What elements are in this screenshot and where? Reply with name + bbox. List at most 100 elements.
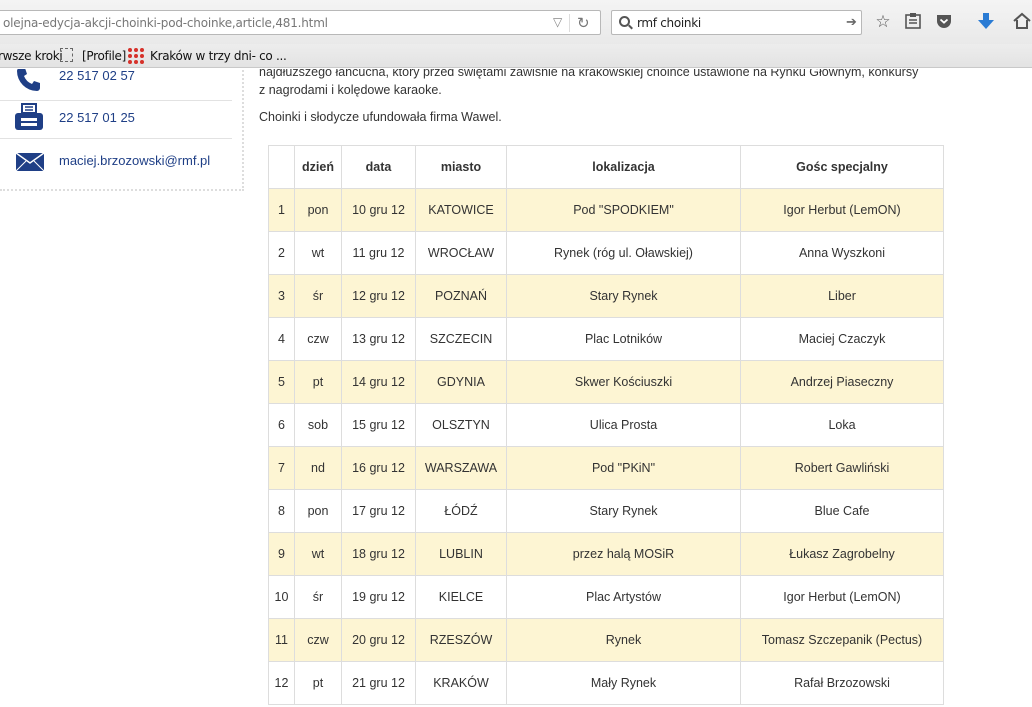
cell-guest: Rafał Brzozowski bbox=[740, 661, 944, 705]
header-location: lokalizacja bbox=[506, 145, 741, 189]
address-bar-url[interactable]: olejna-edycja-akcji-choinki-pod-choinke,… bbox=[3, 16, 328, 30]
contact-fax-row: 22 517 01 25 bbox=[0, 96, 232, 139]
table-row: 10 śr 19 gru 12 KIELCE Plac Artystów Igor Her… bbox=[268, 575, 944, 619]
star-icon[interactable]: ☆ bbox=[873, 12, 893, 32]
cell-location: Stary Rynek bbox=[506, 274, 741, 318]
table-body: 1 pon 10 gru 12 KATOWICE Pod "SPODKIEM" Igor … bbox=[268, 188, 944, 705]
events-table: dzień data miasto lokalizacja Gośc specj… bbox=[268, 145, 944, 705]
page-content: 22 517 02 57 22 517 01 25 maciej.brzozow… bbox=[0, 69, 1032, 707]
cell-day: pt bbox=[294, 661, 342, 705]
cell-date: 18 gru 12 bbox=[341, 532, 416, 576]
cell-date: 11 gru 12 bbox=[341, 231, 416, 275]
cell-location: Stary Rynek bbox=[506, 489, 741, 533]
cell-number: 7 bbox=[268, 446, 295, 490]
bookmark-pierwsze-kroki[interactable]: rwsze kroki bbox=[0, 49, 63, 63]
cell-location: Plac Artystów bbox=[506, 575, 741, 619]
cell-guest: Robert Gawliński bbox=[740, 446, 944, 490]
cell-guest: Igor Herbut (LemON) bbox=[740, 188, 944, 232]
envelope-icon bbox=[16, 153, 44, 171]
cell-city: ŁÓDŹ bbox=[415, 489, 507, 533]
cell-city: WARSZAWA bbox=[415, 446, 507, 490]
table-row: 9 wt 18 gru 12 LUBLIN przez halą MOSiR Łukasz… bbox=[268, 532, 944, 576]
bookmark-krakow[interactable]: Kraków w trzy dni- co ... bbox=[150, 49, 287, 63]
cell-location: Pod "SPODKIEM" bbox=[506, 188, 741, 232]
cell-date: 20 gru 12 bbox=[341, 618, 416, 662]
cell-location: Pod "PKiN" bbox=[506, 446, 741, 490]
cell-guest: Liber bbox=[740, 274, 944, 318]
cell-guest: Tomasz Szczepanik (Pectus) bbox=[740, 618, 944, 662]
chevron-down-icon[interactable]: ▽ bbox=[553, 15, 562, 29]
cell-day: śr bbox=[294, 274, 342, 318]
cell-date: 17 gru 12 bbox=[341, 489, 416, 533]
cell-day: pon bbox=[294, 188, 342, 232]
address-bar[interactable]: olejna-edycja-akcji-choinki-pod-choinke,… bbox=[0, 10, 601, 35]
article-paragraph: najdłuższego łańcucha, który przed święt… bbox=[259, 69, 959, 99]
table-row: 6 sob 15 gru 12 OLSZTYN Ulica Prosta Loka bbox=[268, 403, 944, 447]
article-body: najdłuższego łańcucha, który przed święt… bbox=[259, 69, 959, 126]
table-row: 3 śr 12 gru 12 POZNAŃ Stary Rynek Liber bbox=[268, 274, 944, 318]
contact-box: 22 517 02 57 22 517 01 25 maciej.brzozow… bbox=[0, 69, 244, 191]
bookmark-profile[interactable]: [Profile] bbox=[82, 49, 126, 63]
cell-city: OLSZTYN bbox=[415, 403, 507, 447]
table-row: 11 czw 20 gru 12 RZESZÓW Rynek Tomasz Szczepa… bbox=[268, 618, 944, 662]
cell-location: Skwer Kościuszki bbox=[506, 360, 741, 404]
cell-date: 21 gru 12 bbox=[341, 661, 416, 705]
cell-city: KRAKÓW bbox=[415, 661, 507, 705]
cell-day: wt bbox=[294, 532, 342, 576]
cell-day: czw bbox=[294, 618, 342, 662]
cell-date: 13 gru 12 bbox=[341, 317, 416, 361]
table-row: 5 pt 14 gru 12 GDYNIA Skwer Kościuszki Andrze… bbox=[268, 360, 944, 404]
cell-date: 15 gru 12 bbox=[341, 403, 416, 447]
cell-city: WROCŁAW bbox=[415, 231, 507, 275]
home-icon[interactable] bbox=[1012, 12, 1032, 32]
contact-phone[interactable]: 22 517 02 57 bbox=[59, 69, 135, 83]
cell-date: 10 gru 12 bbox=[341, 188, 416, 232]
fax-icon bbox=[15, 103, 43, 130]
reading-list-icon[interactable] bbox=[903, 12, 923, 32]
cell-city: KATOWICE bbox=[415, 188, 507, 232]
cell-guest: Anna Wyszkoni bbox=[740, 231, 944, 275]
cell-number: 10 bbox=[268, 575, 295, 619]
search-input[interactable]: rmf choinki bbox=[637, 16, 701, 30]
bookmark-favicon-icon bbox=[128, 48, 144, 64]
cell-number: 12 bbox=[268, 661, 295, 705]
cell-city: POZNAŃ bbox=[415, 274, 507, 318]
contact-fax[interactable]: 22 517 01 25 bbox=[59, 110, 135, 125]
cell-number: 4 bbox=[268, 317, 295, 361]
table-row: 8 pon 17 gru 12 ŁÓDŹ Stary Rynek Blue Cafe bbox=[268, 489, 944, 533]
header-number bbox=[268, 145, 295, 189]
cell-day: pt bbox=[294, 360, 342, 404]
search-bar[interactable]: rmf choinki ➔ bbox=[611, 10, 862, 35]
cell-location: Rynek bbox=[506, 618, 741, 662]
cell-location: Rynek (róg ul. Oławskiej) bbox=[506, 231, 741, 275]
reload-icon[interactable]: ↻ bbox=[577, 14, 590, 32]
cell-day: śr bbox=[294, 575, 342, 619]
header-date: data bbox=[341, 145, 416, 189]
phone-icon bbox=[17, 69, 40, 91]
cell-date: 14 gru 12 bbox=[341, 360, 416, 404]
contact-email[interactable]: maciej.brzozowski@rmf.pl bbox=[59, 153, 210, 168]
contact-email-row: maciej.brzozowski@rmf.pl bbox=[0, 139, 232, 182]
search-icon bbox=[619, 16, 630, 27]
cell-city: KIELCE bbox=[415, 575, 507, 619]
cell-city: LUBLIN bbox=[415, 532, 507, 576]
pocket-icon[interactable] bbox=[934, 12, 954, 32]
article-paragraph-sponsor: Choinki i słodycze ufundowała firma Wawe… bbox=[259, 110, 502, 124]
cell-number: 5 bbox=[268, 360, 295, 404]
cell-city: SZCZECIN bbox=[415, 317, 507, 361]
download-icon[interactable] bbox=[976, 12, 996, 32]
cell-number: 11 bbox=[268, 618, 295, 662]
article-line: najdłuższego łańcucha, który przed święt… bbox=[259, 69, 919, 79]
table-row: 4 czw 13 gru 12 SZCZECIN Plac Lotników Maciej… bbox=[268, 317, 944, 361]
cell-city: RZESZÓW bbox=[415, 618, 507, 662]
address-bar-divider bbox=[569, 14, 570, 32]
header-guest: Gośc specjalny bbox=[740, 145, 944, 189]
cell-day: wt bbox=[294, 231, 342, 275]
cell-guest: Łukasz Zagrobelny bbox=[740, 532, 944, 576]
cell-day: czw bbox=[294, 317, 342, 361]
arrow-right-icon[interactable]: ➔ bbox=[846, 14, 857, 30]
cell-guest: Andrzej Piaseczny bbox=[740, 360, 944, 404]
cell-number: 9 bbox=[268, 532, 295, 576]
cell-location: przez halą MOSiR bbox=[506, 532, 741, 576]
table-header-row: dzień data miasto lokalizacja Gośc specj… bbox=[268, 145, 944, 189]
